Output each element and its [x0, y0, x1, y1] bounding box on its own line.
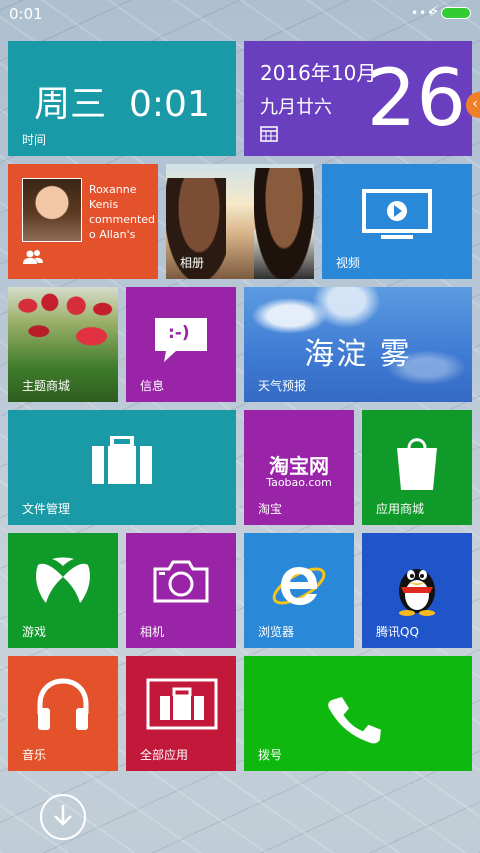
- tile-file-manager[interactable]: 文件管理: [8, 410, 236, 525]
- tile-all-apps[interactable]: 全部应用: [126, 656, 236, 771]
- tile-photos[interactable]: 相册: [166, 164, 314, 279]
- tile-taobao-label: 淘宝: [258, 502, 283, 516]
- tile-music[interactable]: 音乐: [8, 656, 118, 771]
- tile-video-label: 视频: [336, 256, 361, 270]
- arrow-down-icon: [53, 804, 73, 830]
- tile-camera-label: 相机: [140, 625, 165, 639]
- shopping-bag-icon: [393, 434, 441, 496]
- tile-dialer[interactable]: 拨号: [244, 656, 472, 771]
- tile-video[interactable]: 视频: [322, 164, 472, 279]
- tile-app-store[interactable]: 应用商城: [362, 410, 472, 525]
- tile-people[interactable]: Roxanne Kenis commented o Allan's post.: [8, 164, 158, 279]
- calendar-date: 2016年10月: [260, 61, 377, 85]
- photo-person-right: [254, 168, 314, 279]
- status-bar: 0:01 ••• ⚡: [0, 0, 480, 28]
- taobao-domain: Taobao.com: [266, 476, 332, 489]
- calendar-day: 26: [366, 54, 466, 144]
- tile-games-label: 游戏: [22, 625, 47, 639]
- people-icon: [22, 249, 44, 269]
- tile-dialer-label: 拨号: [258, 748, 283, 762]
- tile-theme-store[interactable]: 主题商城: [8, 287, 118, 402]
- tile-camera[interactable]: 相机: [126, 533, 236, 648]
- all-apps-icon: [146, 678, 218, 734]
- tile-games[interactable]: 游戏: [8, 533, 118, 648]
- tile-messages[interactable]: :-) 信息: [126, 287, 236, 402]
- status-time: 0:01: [9, 5, 43, 23]
- tile-all-apps-label: 全部应用: [140, 748, 189, 762]
- xbox-icon: [34, 557, 92, 609]
- tile-photos-label: 相册: [180, 256, 205, 270]
- camera-icon: [153, 559, 209, 607]
- tile-file-manager-label: 文件管理: [22, 502, 71, 516]
- tile-browser[interactable]: 浏览器: [244, 533, 354, 648]
- qq-penguin-icon: [392, 557, 442, 621]
- charging-icon: ⚡: [429, 2, 440, 20]
- clock-text: 周三 0:01: [34, 84, 210, 125]
- video-icon: [361, 188, 433, 244]
- ie-browser-icon: [269, 557, 329, 619]
- weather-text: 海淀 雾: [304, 337, 412, 372]
- headphones-icon: [34, 676, 92, 736]
- tile-theme-store-label: 主题商城: [22, 379, 71, 393]
- tile-browser-label: 浏览器: [258, 625, 295, 639]
- taobao-logo: 淘宝网: [269, 454, 329, 478]
- tile-calendar[interactable]: 2016年10月 九月廿六 26: [244, 41, 472, 156]
- contact-avatar: [22, 178, 82, 242]
- tulip-flowers: [8, 287, 118, 372]
- tile-weather-label: 天气预报: [258, 379, 307, 393]
- tile-app-store-label: 应用商城: [376, 502, 425, 516]
- tile-qq-label: 腾讯QQ: [376, 625, 419, 639]
- phone-icon: [326, 692, 382, 752]
- briefcase-icon: [92, 435, 152, 488]
- tile-clock[interactable]: 周三 0:01 时间: [8, 41, 236, 156]
- all-apps-down-button[interactable]: [40, 794, 86, 840]
- people-notification: Roxanne Kenis commented o Allan's post.: [89, 183, 156, 240]
- tile-music-label: 音乐: [22, 748, 47, 762]
- tile-weather[interactable]: 海淀 雾 天气预报: [244, 287, 472, 402]
- tile-clock-label: 时间: [22, 133, 47, 147]
- tile-messages-label: 信息: [140, 379, 165, 393]
- battery-icon: [441, 7, 471, 19]
- calendar-icon: [260, 126, 278, 146]
- message-emoticon: :-): [168, 323, 190, 343]
- calendar-lunar: 九月廿六: [260, 97, 332, 118]
- tile-taobao[interactable]: 淘宝网 Taobao.com 淘宝: [244, 410, 354, 525]
- tile-qq[interactable]: 腾讯QQ: [362, 533, 472, 648]
